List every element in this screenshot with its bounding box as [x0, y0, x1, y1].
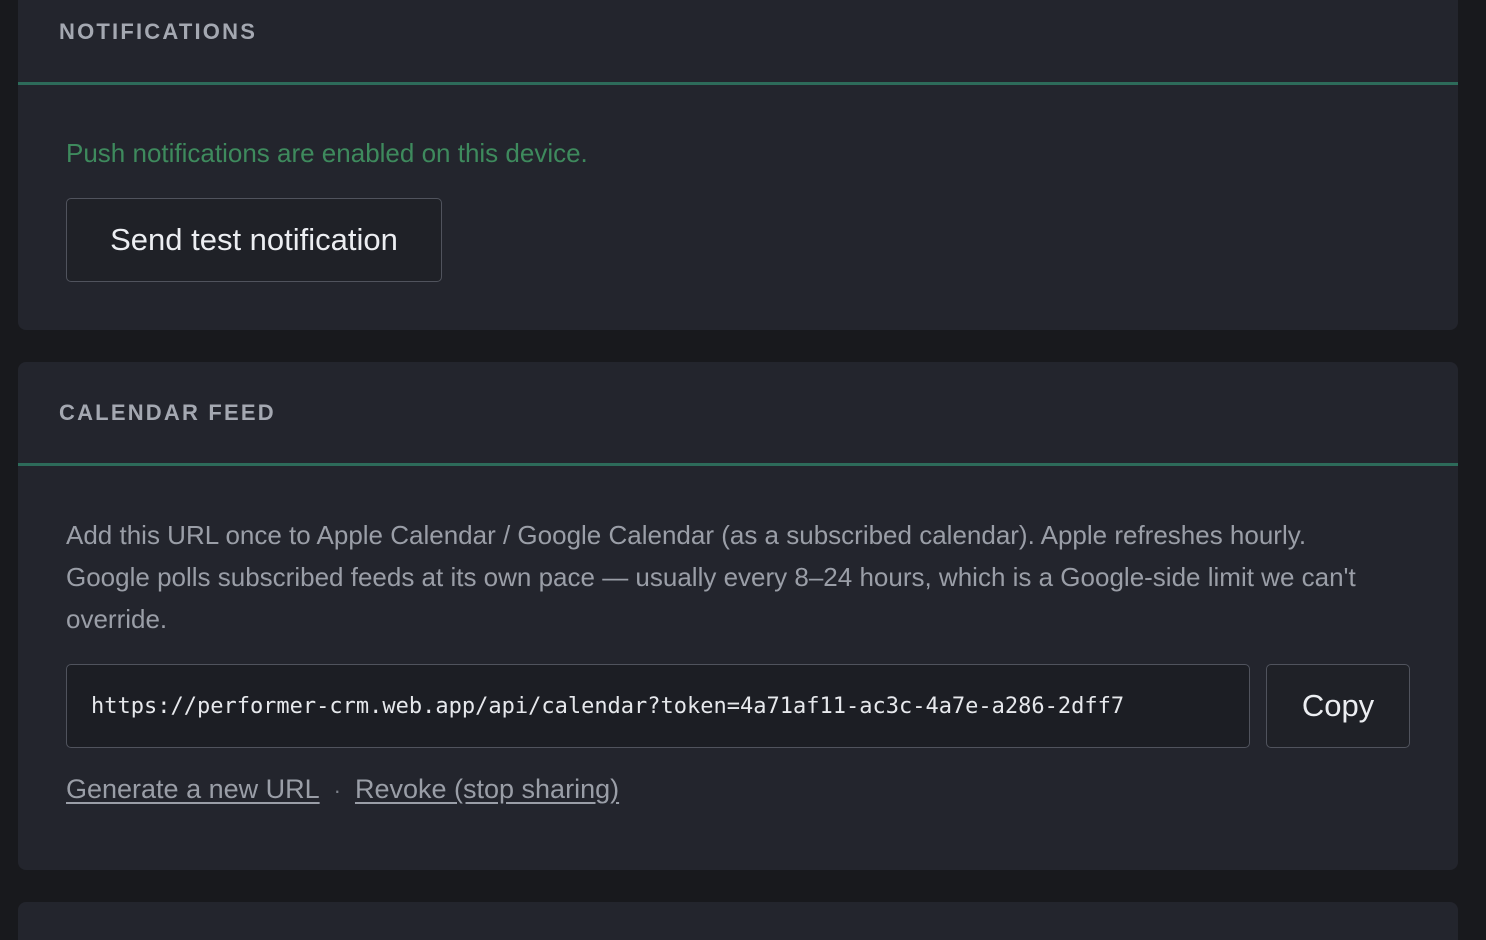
next-settings-card: [18, 902, 1458, 940]
calendar-feed-actions: Generate a new URL · Revoke (stop sharing): [66, 774, 619, 805]
generate-new-url-link[interactable]: Generate a new URL: [66, 774, 320, 804]
notifications-card-header: NOTIFICATIONS: [18, 0, 1458, 85]
notifications-card: NOTIFICATIONS Push notifications are ena…: [18, 0, 1458, 330]
calendar-feed-description: Add this URL once to Apple Calendar / Go…: [66, 520, 1356, 634]
link-separator: ·: [333, 778, 341, 803]
calendar-feed-title: CALENDAR FEED: [59, 400, 276, 425]
notifications-title: NOTIFICATIONS: [59, 19, 258, 44]
copy-url-button[interactable]: Copy: [1266, 664, 1410, 748]
revoke-sharing-link[interactable]: Revoke (stop sharing): [355, 774, 619, 804]
settings-page: NOTIFICATIONS Push notifications are ena…: [0, 0, 1486, 940]
calendar-feed-card-header: CALENDAR FEED: [18, 362, 1458, 466]
send-test-notification-button[interactable]: Send test notification: [66, 198, 442, 282]
push-status-text: Push notifications are enabled on this d…: [66, 138, 588, 168]
calendar-feed-url-field[interactable]: [66, 664, 1250, 748]
calendar-feed-card: CALENDAR FEED Add this URL once to Apple…: [18, 362, 1458, 870]
